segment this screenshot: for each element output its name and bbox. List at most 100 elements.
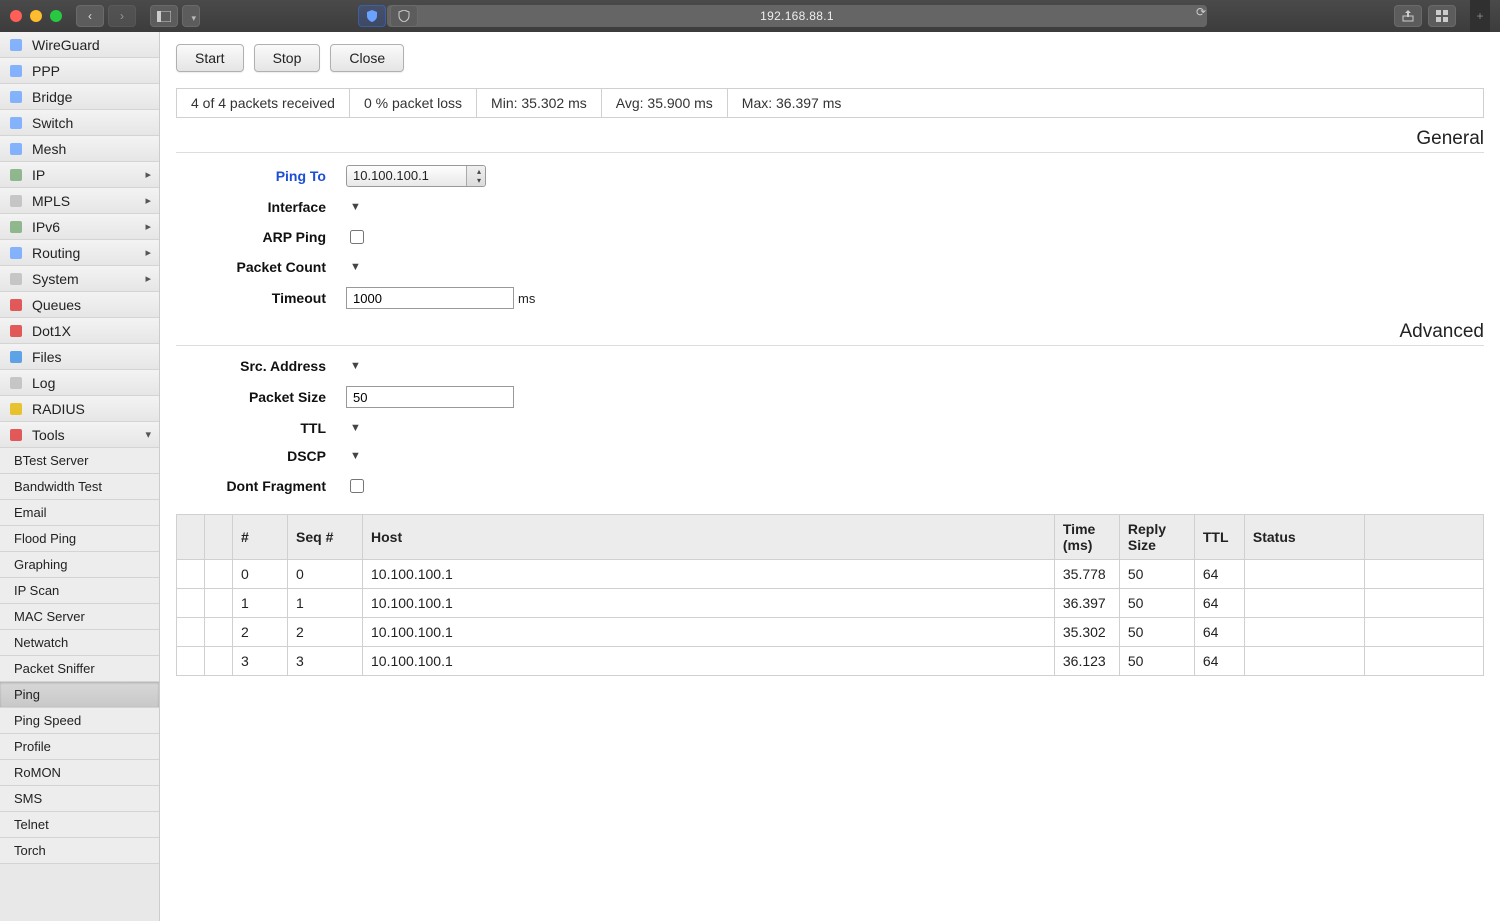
sidebar-subitem-bandwidth-test[interactable]: Bandwidth Test bbox=[0, 474, 159, 500]
sidebar-subitem-torch[interactable]: Torch bbox=[0, 838, 159, 864]
sidebar-subitem-ping[interactable]: Ping bbox=[0, 682, 159, 708]
sidebar-item-mpls[interactable]: MPLS bbox=[0, 188, 159, 214]
sidebar-item-mesh[interactable]: Mesh bbox=[0, 136, 159, 162]
wireguard-icon bbox=[8, 37, 24, 53]
cell-reply: 50 bbox=[1119, 589, 1194, 618]
ttl-expand-icon[interactable]: ▼ bbox=[350, 422, 361, 434]
label-ttl: TTL bbox=[176, 420, 346, 436]
col-blank3 bbox=[1364, 515, 1483, 560]
sidebar-subitem-ping-speed[interactable]: Ping Speed bbox=[0, 708, 159, 734]
sidebar-item-switch[interactable]: Switch bbox=[0, 110, 159, 136]
sidebar-subitem-telnet[interactable]: Telnet bbox=[0, 812, 159, 838]
start-button[interactable]: Start bbox=[176, 44, 244, 72]
cell-reply: 50 bbox=[1119, 647, 1194, 676]
sidebar-subitem-romon[interactable]: RoMON bbox=[0, 760, 159, 786]
col-seq[interactable]: Seq # bbox=[288, 515, 363, 560]
cell-ttl: 64 bbox=[1194, 560, 1244, 589]
sidebar-item-routing[interactable]: Routing bbox=[0, 240, 159, 266]
new-tab-button[interactable]: + bbox=[1470, 0, 1490, 32]
sidebar-subitem-ip-scan[interactable]: IP Scan bbox=[0, 578, 159, 604]
sidebar-item-files[interactable]: Files bbox=[0, 344, 159, 370]
sidebar-item-label: System bbox=[32, 271, 79, 287]
cell-blank2 bbox=[205, 589, 233, 618]
sidebar-subitem-sms[interactable]: SMS bbox=[0, 786, 159, 812]
sidebar-item-radius[interactable]: RADIUS bbox=[0, 396, 159, 422]
timeout-input[interactable] bbox=[346, 287, 514, 309]
dscp-expand-icon[interactable]: ▼ bbox=[350, 450, 361, 462]
main-content: Start Stop Close 4 of 4 packets received… bbox=[160, 32, 1500, 921]
col-status[interactable]: Status bbox=[1244, 515, 1364, 560]
stats-max: Max: 36.397 ms bbox=[728, 89, 856, 117]
packet-count-expand-icon[interactable]: ▼ bbox=[350, 261, 361, 273]
sidebar-item-label: Dot1X bbox=[32, 323, 71, 339]
arp-ping-checkbox[interactable] bbox=[350, 230, 364, 244]
sidebar-item-system[interactable]: System bbox=[0, 266, 159, 292]
tabs-overview-button[interactable] bbox=[1428, 5, 1456, 27]
sidebar-item-ipv6[interactable]: IPv6 bbox=[0, 214, 159, 240]
sidebar-item-label: IP bbox=[32, 167, 45, 183]
sidebar-subitem-btest-server[interactable]: BTest Server bbox=[0, 448, 159, 474]
zoom-window-icon[interactable] bbox=[50, 10, 62, 22]
cell-reply: 50 bbox=[1119, 618, 1194, 647]
cell-seq: 1 bbox=[288, 589, 363, 618]
cell-blank2 bbox=[205, 618, 233, 647]
col-ttl[interactable]: TTL bbox=[1194, 515, 1244, 560]
col-host[interactable]: Host bbox=[363, 515, 1055, 560]
sidebar-item-bridge[interactable]: Bridge bbox=[0, 84, 159, 110]
table-row[interactable]: 1110.100.100.136.3975064 bbox=[177, 589, 1484, 618]
sidebar-subitem-packet-sniffer[interactable]: Packet Sniffer bbox=[0, 656, 159, 682]
col-num[interactable]: # bbox=[233, 515, 288, 560]
cell-reply: 50 bbox=[1119, 560, 1194, 589]
col-reply[interactable]: Reply Size bbox=[1119, 515, 1194, 560]
table-row[interactable]: 3310.100.100.136.1235064 bbox=[177, 647, 1484, 676]
cell-num: 0 bbox=[233, 560, 288, 589]
dont-fragment-checkbox[interactable] bbox=[350, 479, 364, 493]
sidebar-subitem-profile[interactable]: Profile bbox=[0, 734, 159, 760]
sidebar-item-dot1x[interactable]: Dot1X bbox=[0, 318, 159, 344]
cell-blank3 bbox=[1364, 560, 1483, 589]
sidebar-item-label: Mesh bbox=[32, 141, 66, 157]
reload-icon[interactable]: ⟳ bbox=[1196, 5, 1206, 19]
privacy-report-button[interactable] bbox=[358, 5, 386, 27]
sidebar-item-ip[interactable]: IP bbox=[0, 162, 159, 188]
sidebar-group bbox=[150, 5, 200, 27]
src-address-expand-icon[interactable]: ▼ bbox=[350, 360, 361, 372]
sidebar-item-queues[interactable]: Queues bbox=[0, 292, 159, 318]
sidebar-subitem-mac-server[interactable]: MAC Server bbox=[0, 604, 159, 630]
ping-to-select[interactable]: 10.100.100.1 ▴▾ bbox=[346, 165, 486, 187]
sidebar-item-label: RADIUS bbox=[32, 401, 85, 417]
sidebar-toggle-button[interactable] bbox=[150, 5, 178, 27]
stop-button[interactable]: Stop bbox=[254, 44, 321, 72]
radius-icon bbox=[8, 401, 24, 417]
cell-host: 10.100.100.1 bbox=[363, 647, 1055, 676]
table-row[interactable]: 0010.100.100.135.7785064 bbox=[177, 560, 1484, 589]
close-window-icon[interactable] bbox=[10, 10, 22, 22]
sidebar-item-wireguard[interactable]: WireGuard bbox=[0, 32, 159, 58]
cell-blank3 bbox=[1364, 589, 1483, 618]
sidebar-item-tools[interactable]: Tools bbox=[0, 422, 159, 448]
label-ping-to: Ping To bbox=[176, 168, 346, 184]
table-row[interactable]: 2210.100.100.135.3025064 bbox=[177, 618, 1484, 647]
packet-size-input[interactable] bbox=[346, 386, 514, 408]
minimize-window-icon[interactable] bbox=[30, 10, 42, 22]
back-button[interactable]: ‹ bbox=[76, 5, 104, 27]
stats-min: Min: 35.302 ms bbox=[477, 89, 602, 117]
ip-icon bbox=[8, 167, 24, 183]
sidebar-subitem-email[interactable]: Email bbox=[0, 500, 159, 526]
privacy-shield-button[interactable] bbox=[390, 5, 418, 27]
address-bar[interactable]: 192.168.88.1 bbox=[387, 5, 1207, 27]
close-button[interactable]: Close bbox=[330, 44, 404, 72]
sidebar-item-label: Queues bbox=[32, 297, 81, 313]
sidebar-subitem-netwatch[interactable]: Netwatch bbox=[0, 630, 159, 656]
share-button[interactable] bbox=[1394, 5, 1422, 27]
tab-groups-button[interactable] bbox=[182, 5, 200, 27]
sidebar-subitem-graphing[interactable]: Graphing bbox=[0, 552, 159, 578]
sidebar-subitem-flood-ping[interactable]: Flood Ping bbox=[0, 526, 159, 552]
cell-time: 35.302 bbox=[1054, 618, 1119, 647]
sidebar-item-log[interactable]: Log bbox=[0, 370, 159, 396]
forward-button[interactable]: › bbox=[108, 5, 136, 27]
col-time[interactable]: Time (ms) bbox=[1054, 515, 1119, 560]
sidebar-item-ppp[interactable]: PPP bbox=[0, 58, 159, 84]
dot1x-icon bbox=[8, 323, 24, 339]
interface-expand-icon[interactable]: ▼ bbox=[350, 201, 361, 213]
